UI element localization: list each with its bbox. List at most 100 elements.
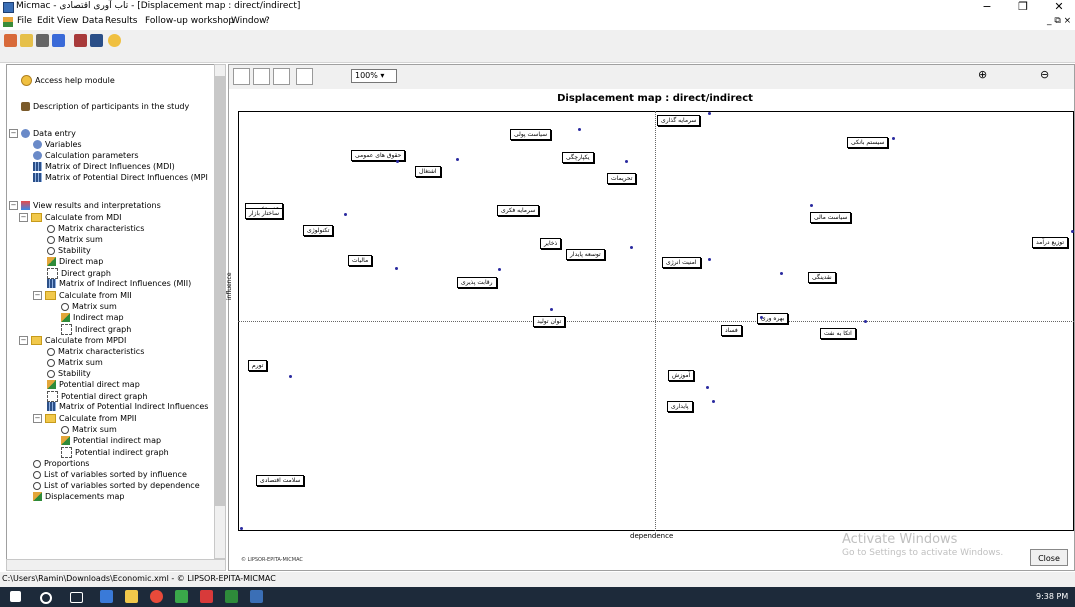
- tree-item-stability[interactable]: Stability: [47, 246, 91, 255]
- tree-item-access-help[interactable]: Access help module: [21, 75, 115, 86]
- variable-label[interactable]: سیاست مالی: [810, 212, 852, 223]
- variable-label[interactable]: توسعه پایدار: [566, 249, 605, 260]
- tree-item-data-entry[interactable]: − Data entry: [9, 129, 76, 138]
- group-icon[interactable]: [273, 68, 290, 85]
- tree-item-pot-direct-graph[interactable]: Potential direct graph: [47, 391, 147, 402]
- mdi-window-controls[interactable]: _ ⧉ ×: [1047, 16, 1071, 26]
- tree-item-sorted-dependence[interactable]: List of variables sorted by dependence: [33, 481, 200, 490]
- tree-item-matrix-sum[interactable]: Matrix sum: [47, 235, 103, 244]
- tree-item-mpii[interactable]: Matrix of Potential Indirect Influences: [47, 402, 208, 411]
- tree-item-proportions[interactable]: Proportions: [33, 459, 89, 468]
- variables-icon[interactable]: [74, 34, 87, 47]
- menu-window[interactable]: Window: [231, 16, 267, 26]
- variable-label[interactable]: یکپارچگی: [562, 152, 594, 163]
- help-icon[interactable]: [108, 34, 121, 47]
- tree-item-pot-direct-map[interactable]: Potential direct map: [47, 380, 140, 389]
- file-explorer-icon[interactable]: [125, 590, 138, 603]
- variable-label[interactable]: سرمایه فکری: [497, 205, 540, 216]
- tree-item-calc-mdi[interactable]: − Calculate from MDI: [19, 213, 122, 222]
- tree-item-calc-mii[interactable]: − Calculate from MII: [33, 291, 132, 300]
- tree-item-mii[interactable]: Matrix of Indirect Influences (MII): [47, 279, 191, 288]
- tree-item-displacements-map[interactable]: Displacements map: [33, 492, 124, 501]
- chrome-icon[interactable]: [150, 590, 163, 603]
- zoom-select[interactable]: 100% ▾: [351, 69, 397, 83]
- tree-item-calc-mpii[interactable]: − Calculate from MPII: [33, 414, 137, 423]
- app-icon[interactable]: [175, 590, 188, 603]
- minimize-button[interactable]: −: [972, 0, 1002, 14]
- tree-item-mii-sum[interactable]: Matrix sum: [61, 302, 117, 311]
- variable-label[interactable]: توان تولید: [533, 316, 566, 327]
- tree-item-indirect-map[interactable]: Indirect map: [61, 313, 124, 322]
- matrix-icon[interactable]: [90, 34, 103, 47]
- windows-start-icon[interactable]: [10, 591, 21, 602]
- tree-item-variables[interactable]: Variables: [33, 140, 82, 149]
- tree-item-indirect-graph[interactable]: Indirect graph: [61, 324, 131, 335]
- tree-item-pot-indirect-graph[interactable]: Potential indirect graph: [61, 447, 169, 458]
- variable-label[interactable]: تورم: [248, 360, 268, 371]
- collapse-icon[interactable]: −: [33, 291, 42, 300]
- tree-item-calc-mpdi[interactable]: − Calculate from MPDI: [19, 336, 126, 345]
- collapse-icon[interactable]: −: [9, 129, 18, 138]
- store-icon[interactable]: [100, 590, 113, 603]
- variable-label[interactable]: تکنولوژی: [303, 225, 334, 236]
- tree-item-calc-params[interactable]: Calculation parameters: [33, 151, 139, 160]
- excel-icon[interactable]: [225, 590, 238, 603]
- variable-label[interactable]: سیستم بانکی: [847, 137, 889, 148]
- variable-label[interactable]: امنیت انرژی: [662, 257, 701, 268]
- open-icon[interactable]: [20, 34, 33, 47]
- tree-item-direct-graph[interactable]: Direct graph: [47, 268, 111, 279]
- variable-label[interactable]: توزیع درآمد: [1032, 237, 1069, 248]
- menu-data[interactable]: Data: [82, 16, 104, 26]
- save-icon[interactable]: [52, 34, 65, 47]
- menu-view[interactable]: View: [57, 16, 78, 26]
- tree-item-sorted-influence[interactable]: List of variables sorted by influence: [33, 470, 187, 479]
- close-button[interactable]: Close: [1030, 549, 1068, 566]
- micmac-taskbar-icon[interactable]: [250, 590, 263, 603]
- menu-help[interactable]: ?: [265, 16, 270, 26]
- collapse-icon[interactable]: −: [9, 201, 18, 210]
- variable-label[interactable]: سیاست پولی: [510, 129, 552, 140]
- variable-label[interactable]: ذخایر: [540, 238, 562, 249]
- close-window-button[interactable]: ✕: [1044, 0, 1074, 14]
- variable-label[interactable]: سرمایه گذاری: [657, 115, 701, 126]
- zoom-out-icon[interactable]: ⊖: [1040, 68, 1057, 85]
- variable-label[interactable]: فساد: [721, 325, 742, 336]
- variable-label[interactable]: ساختار بازار: [245, 208, 283, 219]
- menu-followup[interactable]: Follow-up workshop: [145, 16, 234, 26]
- horizontal-scrollbar[interactable]: [6, 559, 226, 571]
- tree-item-mpdi[interactable]: Matrix of Potential Direct Influences (M…: [33, 173, 208, 182]
- variable-label[interactable]: اتکا به نفت: [820, 328, 856, 339]
- variable-label[interactable]: تحریمات: [607, 173, 637, 184]
- scrollbar-thumb[interactable]: [215, 76, 225, 506]
- variable-label[interactable]: اشتغال: [415, 166, 441, 177]
- variable-label[interactable]: رقابت پذیری: [457, 277, 497, 288]
- zoom-in-icon[interactable]: ⊕: [978, 68, 995, 85]
- collapse-icon[interactable]: −: [33, 414, 42, 423]
- tree-item-description[interactable]: Description of participants in the study: [21, 102, 189, 111]
- pdf-icon[interactable]: [200, 590, 213, 603]
- variables-icon[interactable]: [253, 68, 270, 85]
- variable-label[interactable]: پایداری: [667, 401, 693, 412]
- variable-label[interactable]: نقدینگی: [808, 272, 836, 283]
- menu-results[interactable]: Results: [105, 16, 138, 26]
- tree-item-mpdi-char[interactable]: Matrix characteristics: [47, 347, 144, 356]
- tree-item-matrix-char[interactable]: Matrix characteristics: [47, 224, 144, 233]
- new-icon[interactable]: [4, 34, 17, 47]
- tree-item-mdi[interactable]: Matrix of Direct Influences (MDI): [33, 162, 175, 171]
- tree-item-mpdi-stability[interactable]: Stability: [47, 369, 91, 378]
- tree-item-pot-indirect-map[interactable]: Potential indirect map: [61, 436, 161, 445]
- print-icon[interactable]: [36, 34, 49, 47]
- pointer-icon[interactable]: [233, 68, 250, 85]
- tree-item-view-results[interactable]: − View results and interpretations: [9, 201, 161, 210]
- collapse-icon[interactable]: −: [19, 336, 28, 345]
- tree-item-mpii-sum[interactable]: Matrix sum: [61, 425, 117, 434]
- variable-label[interactable]: سلامت اقتصادی: [256, 475, 305, 486]
- print-icon[interactable]: [296, 68, 313, 85]
- variable-label[interactable]: آموزش: [668, 370, 695, 381]
- tree-item-direct-map[interactable]: Direct map: [47, 257, 103, 266]
- menu-edit[interactable]: Edit: [37, 16, 54, 26]
- search-icon[interactable]: [40, 592, 52, 604]
- menu-file[interactable]: File: [17, 16, 32, 26]
- tree-item-mpdi-sum[interactable]: Matrix sum: [47, 358, 103, 367]
- maximize-button[interactable]: ❐: [1008, 0, 1038, 14]
